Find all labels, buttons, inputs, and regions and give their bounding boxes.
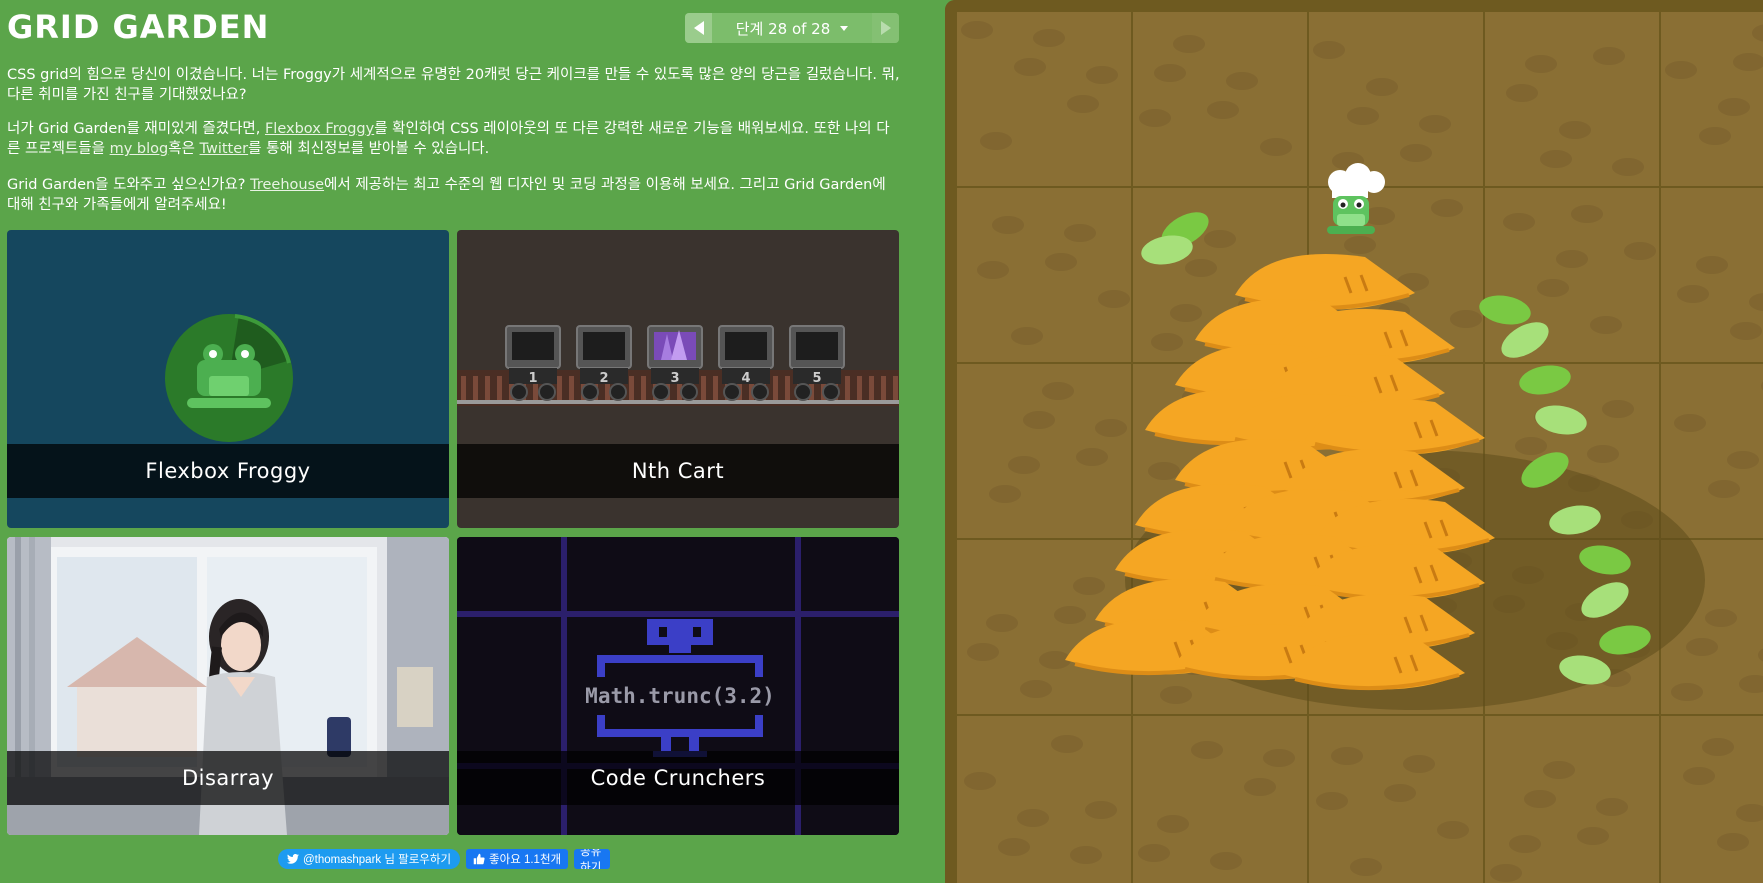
facebook-share-label: 공유하기	[580, 849, 602, 869]
card-caption: Code Crunchers	[457, 751, 899, 805]
promo-text-part: 너가 Grid Garden를 재미있게 즐겼다면,	[7, 121, 265, 137]
cart-number: 3	[670, 371, 679, 386]
cart-number: 2	[599, 371, 608, 386]
next-level-button[interactable]	[872, 13, 899, 43]
my-blog-link[interactable]: my blog	[110, 141, 169, 157]
cart-number: 1	[528, 371, 537, 386]
caret-down-icon	[840, 25, 849, 31]
garden-board	[945, 0, 1763, 883]
card-flexbox-froggy[interactable]: Flexbox Froggy	[7, 230, 449, 528]
cart-number: 5	[812, 371, 821, 386]
twitter-bird-icon	[287, 854, 299, 864]
treehouse-link[interactable]: Treehouse	[250, 177, 324, 193]
sidebar: GRID GARDEN 단계 28 of 28 CSS grid의 힘으로 당신…	[0, 0, 945, 883]
garden-illustration	[945, 0, 1763, 883]
promo-text-part: 혹은	[168, 141, 200, 157]
card-disarray[interactable]: Disarray	[7, 537, 449, 835]
promo-text-part: 를 통해 최신정보를 받아볼 수 있습니다.	[248, 141, 490, 157]
cart-number: 4	[741, 371, 750, 386]
arrow-right-icon	[880, 21, 891, 35]
twitter-follow-button[interactable]: @thomashpark 님 팔로우하기	[278, 849, 461, 869]
level-selector[interactable]: 단계 28 of 28	[712, 13, 872, 43]
arrow-left-icon	[693, 21, 704, 35]
twitter-follow-label: @thomashpark 님 팔로우하기	[303, 854, 452, 866]
thumbs-up-icon	[473, 853, 485, 865]
facebook-like-button[interactable]: 좋아요 1.1천개	[466, 849, 569, 869]
card-caption: Nth Cart	[457, 444, 899, 498]
card-caption: Flexbox Froggy	[7, 444, 449, 498]
level-indicator: 단계 28 of 28	[735, 19, 831, 38]
support-text: Grid Garden을 도와주고 싶으신가요? Treehouse에서 제공하…	[7, 175, 900, 215]
facebook-share-button[interactable]: 공유하기	[574, 849, 611, 869]
facebook-like-label: 좋아요 1.1천개	[489, 854, 562, 866]
page-title: GRID GARDEN	[7, 8, 270, 46]
card-caption: Disarray	[7, 751, 449, 805]
card-nth-cart[interactable]: 1 2 3 4 5 Nth Cart	[457, 230, 899, 528]
level-navigation: 단계 28 of 28	[685, 13, 899, 43]
victory-text: CSS grid의 힘으로 당신이 이겼습니다. 너는 Froggy가 세계적으…	[7, 67, 900, 103]
code-expression: Math.trunc(3.2)	[585, 684, 775, 708]
support-text-part: Grid Garden을 도와주고 싶으신가요?	[7, 177, 251, 193]
promo-text: 너가 Grid Garden를 재미있게 즐겼다면, Flexbox Frogg…	[7, 119, 900, 159]
previous-level-button[interactable]	[685, 13, 712, 43]
card-code-crunchers[interactable]: Math.trunc(3.2) Code Crunchers	[457, 537, 899, 835]
twitter-link[interactable]: Twitter	[200, 141, 249, 157]
social-buttons: @thomashpark 님 팔로우하기 좋아요 1.1천개 공유하기	[278, 849, 611, 869]
flexbox-froggy-link[interactable]: Flexbox Froggy	[265, 121, 374, 137]
